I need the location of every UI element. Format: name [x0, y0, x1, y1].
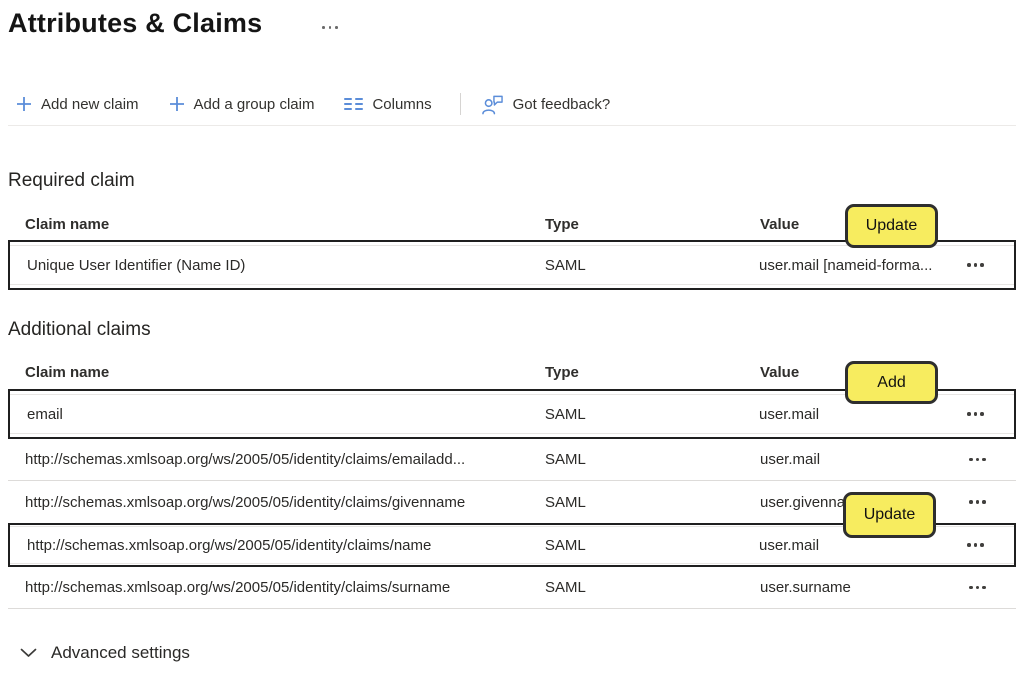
attributes-claims-page: Attributes & Claims Add new claim Add a …: [0, 0, 1024, 673]
type-cell: SAML: [545, 579, 586, 596]
toolbar-divider: [8, 125, 1016, 126]
column-header-type: Type: [545, 363, 579, 381]
person-chat-icon: [481, 94, 504, 115]
add-group-claim-button[interactable]: Add a group claim: [165, 94, 319, 115]
advanced-settings-label: Advanced settings: [51, 643, 190, 662]
claim-name-cell: http://schemas.xmlsoap.org/ws/2005/05/id…: [25, 579, 451, 596]
column-header-claim-name: Claim name: [25, 363, 110, 381]
toolbar-separator: [459, 93, 461, 115]
type-cell: SAML: [544, 405, 586, 423]
claim-name-cell: Unique User Identifier (Name ID): [27, 256, 246, 274]
claim-name-cell: email: [27, 405, 63, 423]
annotation-add-email: Add: [845, 361, 938, 404]
column-header-type: Type: [545, 215, 579, 233]
add-new-claim-button[interactable]: Add new claim: [12, 94, 143, 115]
type-cell: SAML: [545, 451, 586, 468]
add-new-claim-label: Add new claim: [41, 95, 139, 113]
more-horizontal-icon[interactable]: [965, 452, 990, 468]
columns-icon: [344, 97, 364, 111]
claim-name-cell: http://schemas.xmlsoap.org/ws/2005/05/id…: [25, 493, 466, 511]
more-horizontal-icon[interactable]: [965, 580, 990, 596]
value-cell: user.mail: [760, 451, 821, 468]
column-header-claim-name: Claim name: [25, 215, 110, 233]
additional-claims-section-title: Additional claims: [8, 319, 151, 340]
value-cell: user.surname: [760, 579, 851, 596]
plus-icon: [169, 96, 185, 112]
chevron-down-icon: [20, 646, 37, 661]
value-cell: user.mail: [759, 536, 820, 554]
title-more-icon[interactable]: [318, 22, 342, 33]
table-row-emailaddress[interactable]: http://schemas.xmlsoap.org/ws/2005/05/id…: [8, 439, 1016, 481]
advanced-settings-toggle[interactable]: Advanced settings: [20, 643, 190, 663]
more-horizontal-icon[interactable]: [965, 494, 990, 510]
type-cell: SAML: [544, 536, 586, 554]
table-row-surname[interactable]: http://schemas.xmlsoap.org/ws/2005/05/id…: [8, 567, 1016, 609]
command-bar: Add new claim Add a group claim Columns: [12, 90, 636, 118]
add-group-claim-label: Add a group claim: [193, 95, 315, 113]
more-horizontal-icon[interactable]: [963, 257, 988, 273]
type-cell: SAML: [544, 256, 586, 274]
required-claim-section-title: Required claim: [8, 170, 135, 191]
value-cell: user.mail [nameid-forma...: [759, 256, 933, 274]
table-row-name-id[interactable]: Unique User Identifier (Name ID) SAML us…: [10, 245, 1014, 285]
got-feedback-button[interactable]: Got feedback?: [477, 92, 615, 117]
annotation-update-name: Update: [843, 492, 936, 538]
annotation-update-required: Update: [845, 204, 938, 248]
more-horizontal-icon[interactable]: [963, 537, 988, 553]
more-horizontal-icon[interactable]: [963, 406, 988, 422]
plus-icon: [16, 96, 32, 112]
got-feedback-label: Got feedback?: [512, 95, 611, 113]
claim-name-cell: http://schemas.xmlsoap.org/ws/2005/05/id…: [27, 536, 432, 554]
page-title: Attributes & Claims: [8, 8, 263, 38]
claim-name-cell: http://schemas.xmlsoap.org/ws/2005/05/id…: [25, 451, 466, 468]
columns-button[interactable]: Columns: [340, 94, 435, 115]
columns-label: Columns: [372, 95, 432, 113]
value-cell: user.mail: [759, 405, 820, 423]
type-cell: SAML: [545, 493, 586, 511]
